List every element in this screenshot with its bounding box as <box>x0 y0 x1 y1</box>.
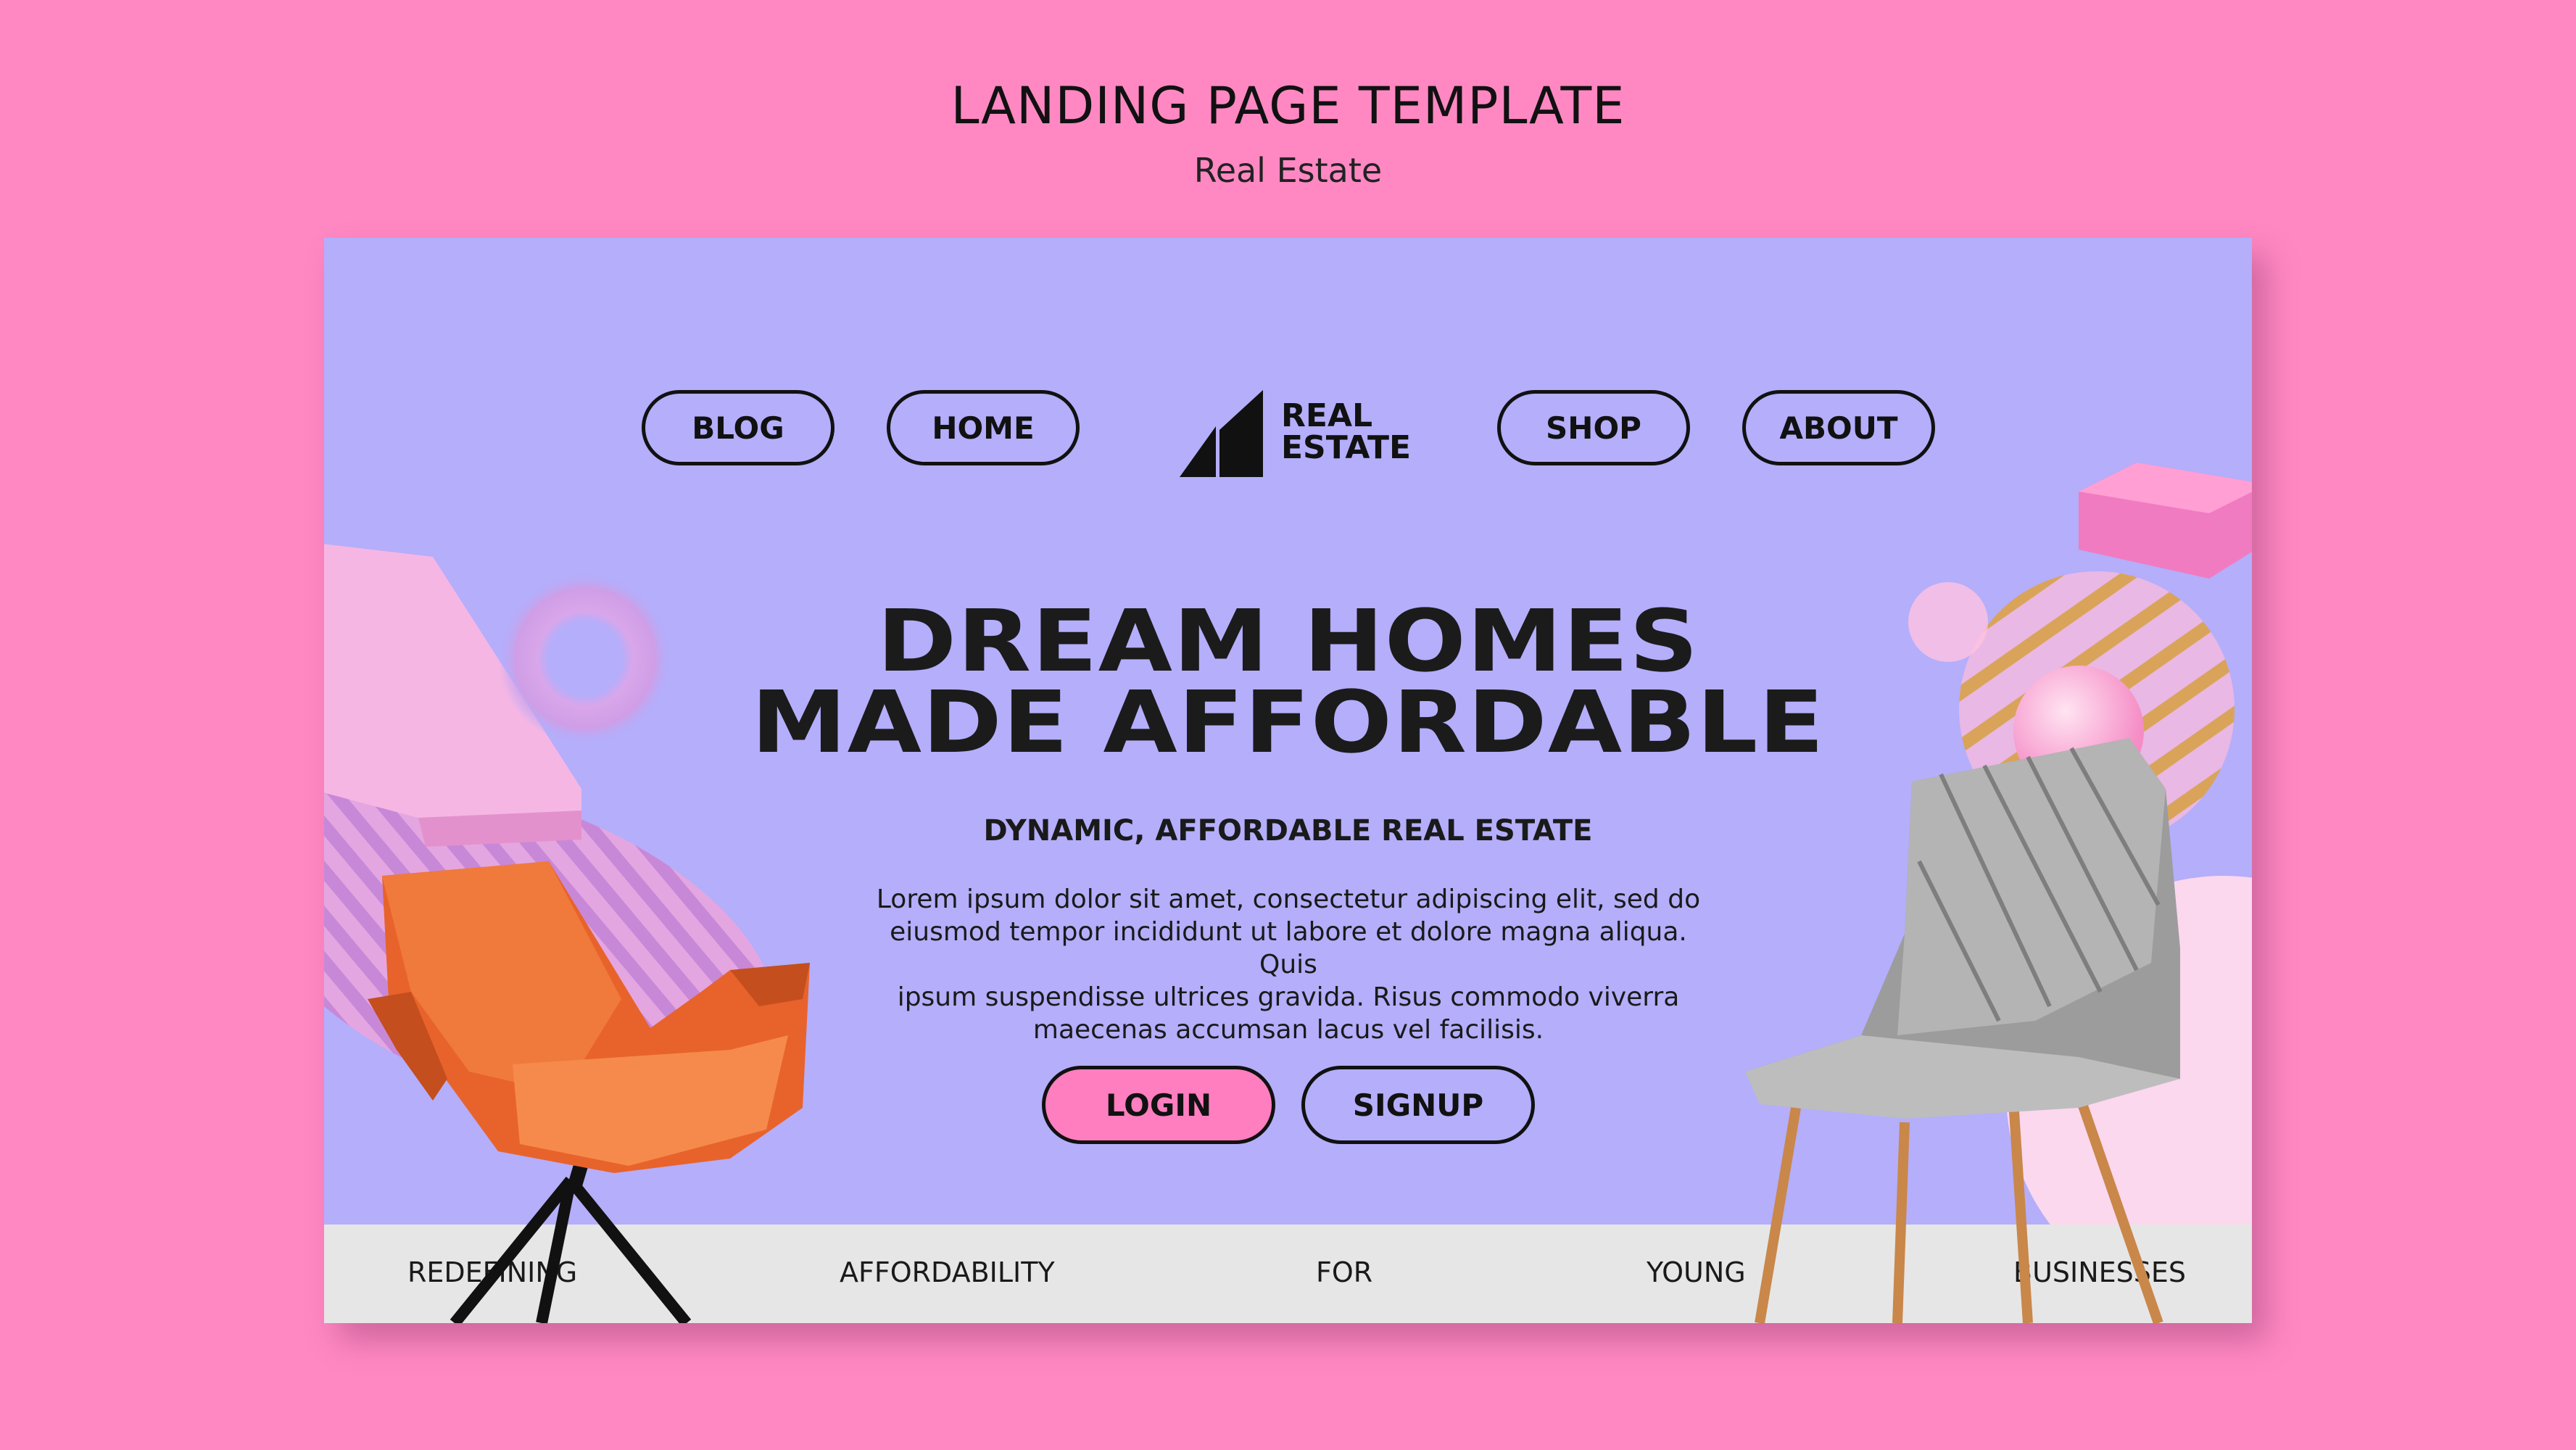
orange-chair-image <box>368 861 810 1323</box>
page-title: LANDING PAGE TEMPLATE <box>951 76 1625 136</box>
chairs-illustration <box>368 738 2180 1323</box>
gray-chair-image <box>1745 738 2180 1323</box>
page-subtitle: Real Estate <box>1193 151 1383 190</box>
landing-page-mockup: BLOG HOME REAL ESTATE SHOP ABOUT DREAM H… <box>324 238 2252 1323</box>
